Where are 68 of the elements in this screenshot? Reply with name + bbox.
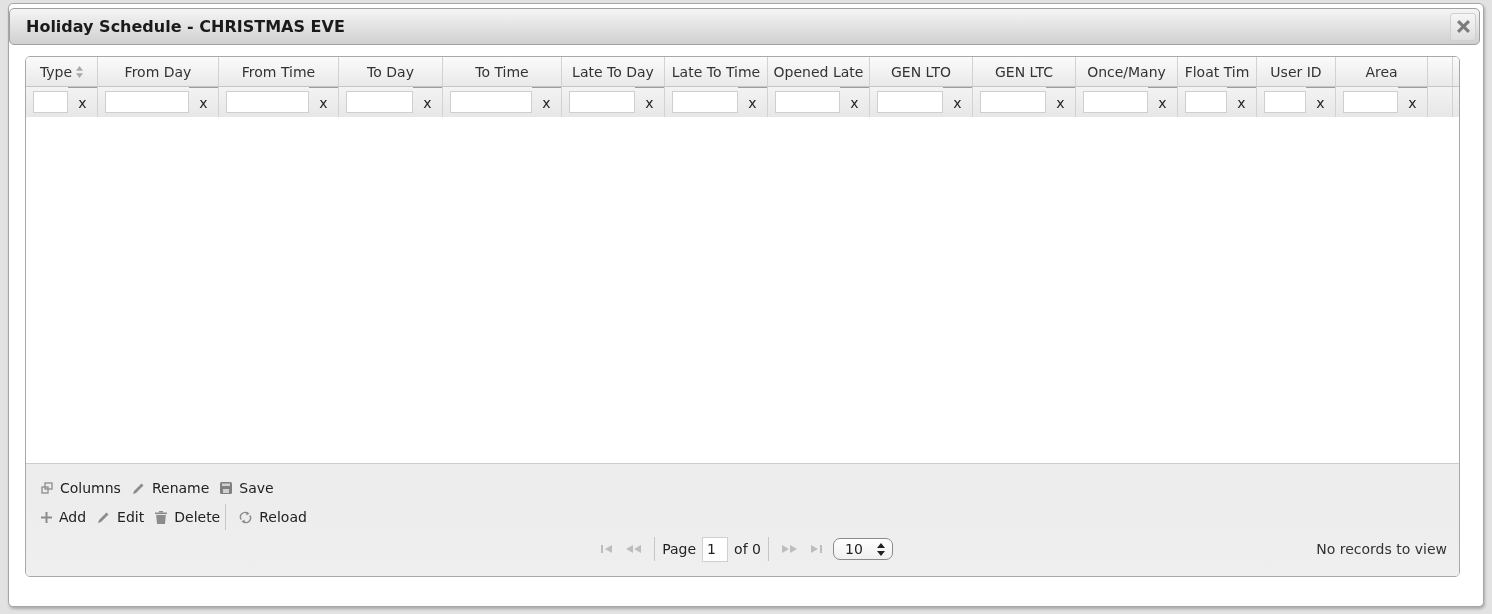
column-header[interactable]: Area (1336, 57, 1428, 86)
clear-filter-button[interactable]: x (1046, 87, 1075, 117)
filter-input[interactable] (1185, 91, 1227, 113)
up-down-arrows-icon (876, 542, 885, 556)
clear-filter-button[interactable]: x (1148, 87, 1177, 117)
pencil-icon (131, 481, 145, 495)
filter-input[interactable] (1264, 91, 1306, 113)
clear-filter-button[interactable]: x (532, 87, 561, 117)
clear-filter-button[interactable]: x (635, 87, 664, 117)
clear-filter-button[interactable]: x (840, 87, 869, 117)
clear-filter-button[interactable]: x (413, 87, 442, 117)
page-input[interactable]: 1 (702, 536, 729, 562)
filter-input[interactable] (877, 91, 943, 113)
add-button[interactable]: Add (41, 509, 87, 525)
pencil-icon (97, 510, 111, 524)
filter-input[interactable] (672, 91, 738, 113)
filter-input[interactable] (1343, 91, 1398, 113)
dialog-title: Holiday Schedule - CHRISTMAS EVE (26, 17, 345, 36)
column-header[interactable]: From Day (98, 57, 219, 86)
columns-button[interactable]: Columns (41, 480, 121, 496)
filter-input[interactable] (1083, 91, 1148, 113)
clear-filter-button[interactable]: x (309, 87, 338, 117)
column-header[interactable]: Type (26, 57, 98, 86)
column-header[interactable]: To Day (339, 57, 443, 86)
last-page-icon (809, 545, 822, 553)
column-header[interactable]: Once/Many (1076, 57, 1178, 86)
clear-filter-button[interactable]: x (1227, 87, 1256, 117)
clear-filter-button[interactable]: x (943, 87, 972, 117)
filter-input[interactable] (105, 91, 189, 113)
column-header[interactable]: GEN LTC (973, 57, 1076, 86)
column-header[interactable]: From Time (219, 57, 339, 86)
save-button[interactable]: Save (220, 480, 274, 496)
close-icon (1456, 20, 1470, 33)
reload-button[interactable]: Reload (239, 509, 307, 525)
refresh-icon (239, 510, 253, 524)
clear-filter-button[interactable]: x (189, 87, 218, 117)
clear-filter-button[interactable]: x (68, 87, 97, 117)
trash-icon (155, 510, 168, 524)
close-button[interactable] (1450, 12, 1476, 41)
filter-input[interactable] (775, 91, 840, 113)
overlapping-squares-icon (41, 482, 53, 494)
filter-input[interactable] (569, 91, 635, 113)
clear-filter-button[interactable]: x (1306, 87, 1335, 117)
filter-input[interactable] (226, 91, 309, 113)
edit-button[interactable]: Edit (97, 509, 145, 525)
filter-input[interactable] (450, 91, 532, 113)
clear-filter-button[interactable]: x (1398, 87, 1427, 117)
next-page-icon (781, 545, 798, 553)
page-count-label: of 0 (734, 541, 761, 557)
filter-input[interactable] (980, 91, 1046, 113)
column-header[interactable]: Late To Day (562, 57, 665, 86)
status-text: No records to view (1316, 541, 1447, 557)
filter-input[interactable] (346, 91, 413, 113)
column-header[interactable]: Float Tim (1178, 57, 1257, 86)
column-header[interactable]: To Time (443, 57, 562, 86)
column-header[interactable]: GEN LTO (870, 57, 973, 86)
rename-button[interactable]: Rename (131, 480, 210, 496)
column-header[interactable]: Opened Late (768, 57, 870, 86)
filter-input[interactable] (33, 91, 68, 113)
plus-icon (41, 511, 52, 523)
column-header[interactable]: User ID (1257, 57, 1336, 86)
rows-per-page-select[interactable]: 10 (832, 538, 893, 560)
previous-page-icon (625, 545, 642, 553)
page-label: Page (662, 541, 697, 557)
column-header[interactable]: Late To Time (665, 57, 768, 86)
delete-button[interactable]: Delete (155, 509, 221, 525)
first-page-icon (601, 545, 614, 553)
clear-filter-button[interactable]: x (738, 87, 767, 117)
